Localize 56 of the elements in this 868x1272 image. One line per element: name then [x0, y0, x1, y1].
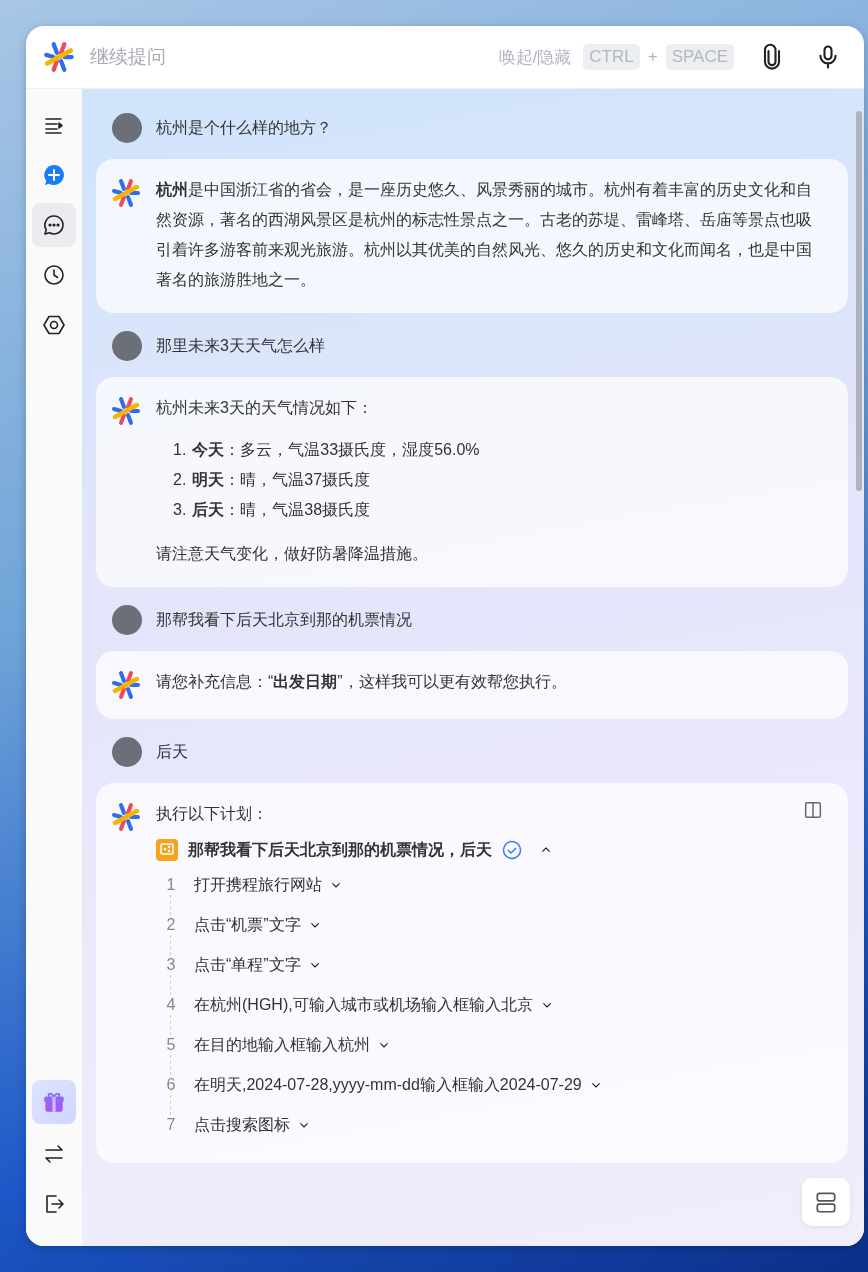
- step-text: 在明天,2024-07-28,yyyy-mm-dd输入框输入2024-07-29: [194, 1074, 582, 1095]
- step-number: 2: [166, 915, 176, 935]
- split-panel-icon: [802, 799, 824, 821]
- user-message: 那里未来3天天气怎么样: [156, 335, 325, 356]
- avatar: [112, 605, 142, 635]
- list-number: 1.: [173, 440, 187, 460]
- key-cap: CTRL: [583, 44, 640, 70]
- user-message: 那帮我看下后天北京到那的机票情况: [156, 609, 412, 630]
- step-text: 在杭州(HGH),可输入城市或机场输入框输入北京: [194, 994, 533, 1015]
- task-title: 那帮我看下后天北京到那的机票情况，后天: [188, 839, 492, 860]
- step-number: 3: [166, 955, 176, 975]
- step-text: 点击“机票”文字: [194, 914, 301, 935]
- avatar: [112, 737, 142, 767]
- sidebar-button[interactable]: [32, 203, 76, 247]
- logo-icon: [42, 40, 76, 74]
- user-message: 后天: [156, 741, 188, 762]
- answer-text: 杭州是中国浙江省的省会，是一座历史悠久、风景秀丽的城市。杭州有着丰富的历史文化和自然资源，著名的西湖风景区是杭州的标志性景点之一。古老的苏堤、雷峰塔、岳庙等景点也吸引着许多游客前来观光旅游。杭州以其优美的自然风光、悠久的历史和文化而闻名，也是中国著名的旅游胜地之一。: [156, 180, 813, 290]
- logo-icon: [110, 177, 142, 209]
- plus-sign: +: [647, 47, 658, 67]
- step-number: 1: [166, 875, 176, 895]
- swap-icon: [42, 1142, 66, 1166]
- list-item-text: 明天：晴，气温37摄氏度: [192, 470, 371, 490]
- logo-icon: [110, 395, 142, 427]
- list-item-text: 后天：晴，气温38摄氏度: [192, 500, 371, 520]
- step-text: 在目的地输入框输入杭州: [194, 1034, 370, 1055]
- new-chat-icon: [42, 163, 66, 187]
- answer-text: 杭州未来3天的天气情况如下：: [156, 398, 374, 418]
- step-number: 4: [166, 995, 176, 1015]
- shortcut-hint: 唤起/隐藏: [498, 46, 572, 69]
- question-input[interactable]: 继续提问: [88, 45, 487, 69]
- answer-text: 请注意天气变化，做好防暑降温措施。: [156, 544, 429, 564]
- scrollbar[interactable]: [856, 111, 862, 491]
- step-number: 5: [166, 1035, 176, 1055]
- step-number: 6: [166, 1075, 176, 1095]
- stacked-panels-icon: [813, 1189, 839, 1215]
- split-view-button[interactable]: [802, 799, 824, 821]
- list-item-text: 今天：多云，气温33摄氏度，湿度56.0%: [192, 440, 480, 460]
- plan-intro: 执行以下计划：: [156, 804, 268, 824]
- settings-icon: [42, 313, 66, 337]
- logo-icon: [110, 669, 142, 701]
- avatar: [112, 113, 142, 143]
- step-text: 点击“单程”文字: [194, 954, 301, 975]
- clock-icon: [42, 263, 66, 287]
- user-message: 杭州是个什么样的地方？: [156, 117, 332, 138]
- key-cap: SPACE: [665, 44, 734, 70]
- step-text: 打开携程旅行网站: [194, 874, 322, 895]
- list-number: 2.: [173, 470, 187, 490]
- step-number: 7: [166, 1115, 176, 1135]
- avatar: [112, 331, 142, 361]
- list-number: 3.: [173, 500, 187, 520]
- task-icon: [156, 839, 178, 861]
- step-text: 点击搜索图标: [194, 1114, 290, 1135]
- layout-button[interactable]: [802, 1178, 850, 1226]
- answer-text: 请您补充信息：“出发日期”，这样我可以更有效帮您执行。: [156, 672, 567, 692]
- chat-icon: [42, 213, 66, 237]
- logo-icon: [110, 801, 142, 833]
